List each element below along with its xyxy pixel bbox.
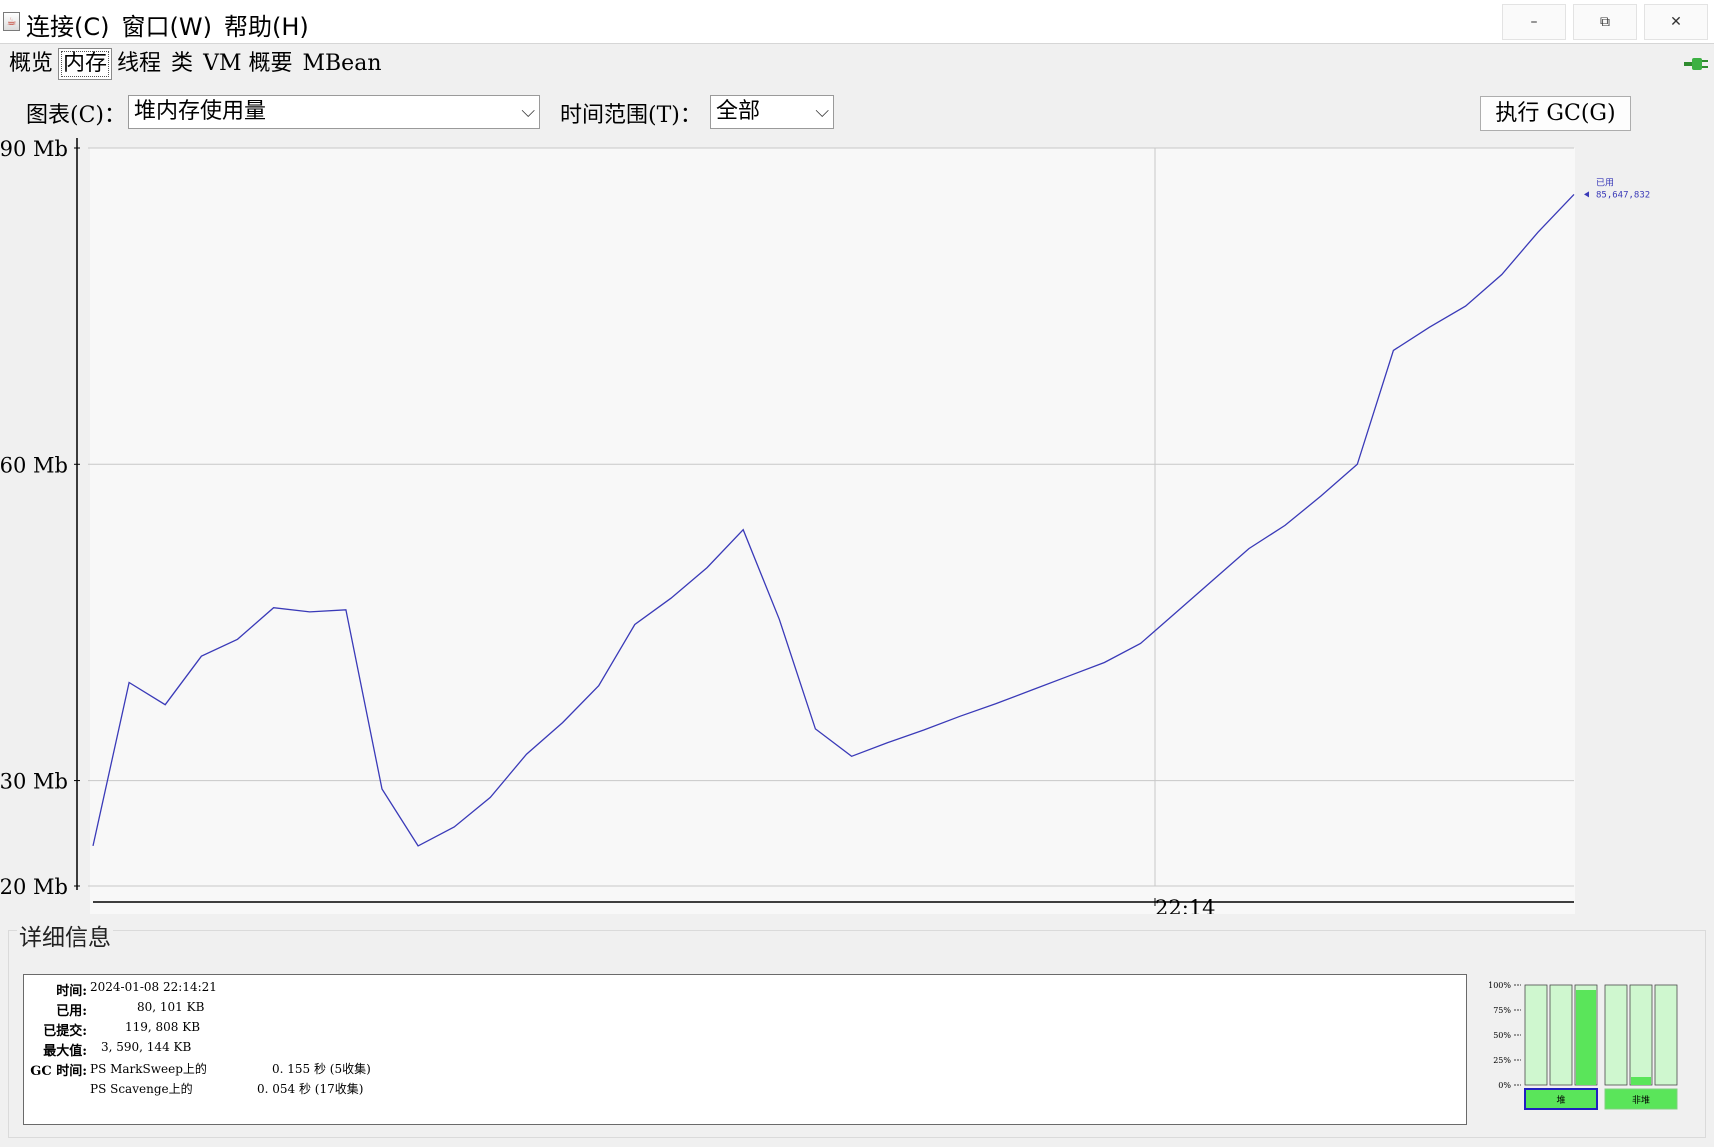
time-range-label: 时间范围(T)：	[560, 103, 702, 128]
menu-help[interactable]: 帮助(H)	[224, 7, 309, 42]
time-range-select[interactable]: 全部 ⌵	[710, 95, 834, 129]
detail-used-label: 已用:	[56, 1004, 87, 1019]
nonheap-pool-label: 非堆	[1632, 1094, 1650, 1106]
detail-gc-label: GC 时间:	[30, 1064, 87, 1079]
heap-pool-label: 堆	[1556, 1095, 1565, 1106]
java-app-icon: ☕	[3, 12, 20, 31]
menu-bar: 连接(C) 窗口(W) 帮助(H)	[26, 7, 309, 42]
gc-scavenge-name: PS Scavenge上的	[90, 1082, 193, 1096]
pool-tick-label: 0%	[1498, 1081, 1511, 1090]
chart-select[interactable]: 堆内存使用量 ⌵	[128, 95, 540, 129]
details-box: 时间: 2024-01-08 22:14:21 已用: 80, 101 KB 已…	[23, 974, 1467, 1125]
gc-scavenge-value: 0. 054 秒 (17收集)	[257, 1082, 364, 1096]
x-tick-label: 22:14	[1155, 896, 1216, 914]
detail-time-value: 2024-01-08 22:14:21	[90, 980, 217, 994]
series-last-value-label: 85,647,832	[1596, 190, 1650, 200]
detail-committed-value: 119, 808 KB	[125, 1020, 201, 1034]
chart-controls: 图表(C)： 堆内存使用量 ⌵ 时间范围(T)： 全部 ⌵ 执行 GC(G)	[0, 92, 1714, 132]
pool-tick-label: 50%	[1493, 1031, 1511, 1040]
tab-bar: 概览 内存 线程 类 VM 概要 MBean	[0, 48, 1714, 82]
menu-window[interactable]: 窗口(W)	[121, 7, 211, 42]
menu-connection[interactable]: 连接(C)	[26, 7, 109, 42]
close-button[interactable]: ✕	[1644, 4, 1708, 40]
tab-threads[interactable]: 线程	[112, 48, 166, 80]
chevron-down-icon: ⌵	[815, 101, 829, 122]
pool-tick-label: 75%	[1493, 1006, 1511, 1015]
nonheap-pool-bar[interactable]	[1629, 984, 1653, 1086]
minimize-button[interactable]: –	[1502, 4, 1566, 40]
chart-select-label: 图表(C)：	[26, 103, 126, 128]
series-legend: 已用 85,647,832	[1584, 177, 1650, 200]
y-tick-label: 20 Mb	[0, 875, 68, 899]
chevron-down-icon: ⌵	[521, 101, 535, 122]
series-name-label: 已用	[1596, 177, 1614, 188]
gc-marksweep-name: PS MarkSweep上的	[90, 1062, 207, 1076]
detail-committed-label: 已提交:	[43, 1024, 87, 1039]
x-tick-labels: 22:14	[1154, 896, 1216, 914]
tab-vm-summary[interactable]: VM 概要	[198, 48, 297, 80]
title-bar: ☕ 连接(C) 窗口(W) 帮助(H) – ⧉ ✕	[0, 0, 1714, 44]
tab-memory[interactable]: 内存	[58, 48, 113, 80]
pool-tick-label: 100%	[1488, 981, 1511, 990]
restore-button[interactable]: ⧉	[1573, 4, 1637, 40]
gc-marksweep-value: 0. 155 秒 (5收集)	[272, 1062, 371, 1076]
y-tick-label: 30 Mb	[0, 770, 68, 794]
detail-max-label: 最大值:	[43, 1044, 87, 1059]
heap-pool-bar-fill	[1576, 990, 1596, 1085]
connection-plug-icon[interactable]	[1684, 55, 1710, 73]
y-tick-label: 60 Mb	[0, 453, 68, 477]
nonheap-pool-bar[interactable]	[1654, 984, 1678, 1086]
tab-overview[interactable]: 概览	[4, 48, 58, 80]
tab-classes[interactable]: 类	[166, 48, 198, 80]
details-title: 详细信息	[17, 918, 113, 952]
series-marker-icon	[1584, 191, 1589, 198]
nonheap-pool-bar[interactable]	[1604, 984, 1628, 1086]
heap-memory-chart: 90 Mb 60 Mb 30 Mb 20 Mb 22:14 已用 85,647,832	[0, 137, 1650, 914]
detail-time-label: 时间:	[56, 984, 87, 999]
y-tick-labels: 90 Mb 60 Mb 30 Mb 20 Mb	[0, 137, 80, 899]
time-range-value: 全部	[716, 99, 761, 124]
plot-area	[90, 148, 1575, 914]
nonheap-pool-bar-fill	[1631, 1077, 1651, 1085]
y-tick-label: 90 Mb	[0, 137, 68, 161]
memory-pools-chart: 100% 75% 50% 25% 0% 堆 非堆	[1488, 981, 1678, 1110]
detail-used-value: 80, 101 KB	[137, 1000, 205, 1014]
tab-mbean[interactable]: MBean	[297, 48, 386, 80]
perform-gc-button[interactable]: 执行 GC(G)	[1480, 96, 1631, 131]
heap-pool-bar[interactable]	[1549, 984, 1573, 1086]
pool-tick-label: 25%	[1493, 1056, 1511, 1065]
detail-max-value: 3, 590, 144 KB	[101, 1040, 192, 1054]
details-panel: 详细信息 时间: 2024-01-08 22:14:21 已用: 80, 101…	[8, 918, 1706, 1138]
heap-pool-bar[interactable]	[1524, 984, 1548, 1086]
chart-select-value: 堆内存使用量	[134, 99, 267, 124]
